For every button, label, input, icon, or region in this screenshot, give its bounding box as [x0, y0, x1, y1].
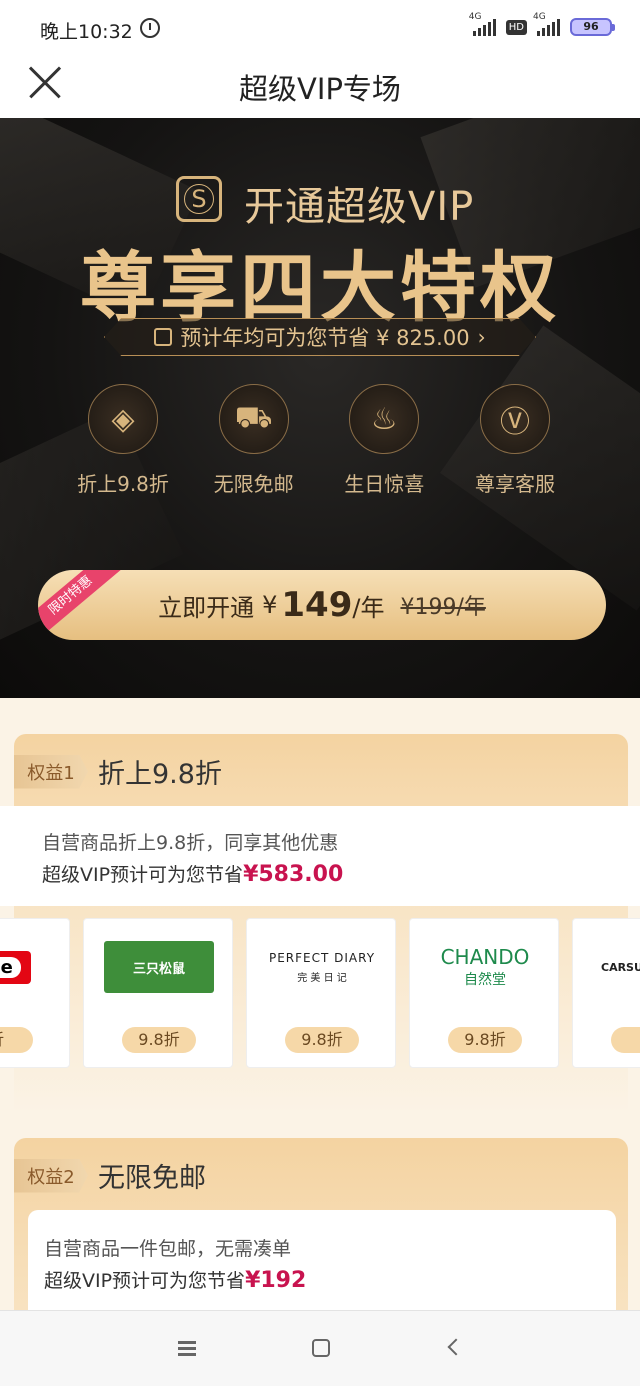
perk-label: 尊享客服 — [474, 472, 555, 496]
subscribe-button[interactable]: 限时特惠 立即开通 ¥ 149 /年 ¥199/年 — [38, 570, 606, 640]
savings-link[interactable]: 预计年均可为您节省 ¥ 825.00 › — [104, 318, 536, 356]
limited-offer-badge: 限时特惠 — [38, 570, 121, 640]
vip-hero-banner: S 开通超级VIP 尊享四大特权 预计年均可为您节省 ¥ 825.00 › ◈ … — [0, 118, 640, 698]
benefit-header: 权益1 折上9.8折 — [14, 752, 222, 791]
brand-logo: 三只松鼠 — [104, 941, 214, 993]
brand-card[interactable]: sse 折 — [0, 918, 70, 1068]
discount-badge: 折 — [0, 1027, 33, 1053]
benefit-tag: 权益1 — [14, 754, 88, 789]
status-indicators: 4G HD 4G 96 — [469, 12, 615, 36]
truck-icon: ⛟ — [218, 384, 289, 454]
perk-free-shipping[interactable]: ⛟ 无限免邮 — [189, 384, 319, 497]
discount-tag-icon: ◈ — [88, 384, 158, 454]
brand-name: sse — [0, 956, 21, 978]
hero-headline: 开通超级VIP — [244, 184, 475, 230]
brand-card[interactable]: CARSU 9. — [572, 918, 640, 1068]
cta-label: 立即开通 — [158, 593, 255, 622]
perk-label: 折上9.8折 — [77, 472, 169, 496]
brand-name: CHANDO — [440, 945, 530, 969]
benefit-savings: 超级VIP预计可为您节省¥583.00 — [42, 860, 343, 887]
status-bar: 晚上10:32 4G HD 4G 96 — [0, 0, 640, 58]
perk-label: 生日惊喜 — [344, 472, 425, 496]
brand-logo: CHANDO 自然堂 — [430, 941, 540, 993]
discount-badge: 9.8折 — [122, 1027, 196, 1053]
nav-bar: 超级VIP专场 — [0, 58, 640, 118]
brand-name: CARSU — [601, 960, 640, 974]
signal-icon: 4G — [469, 12, 496, 36]
battery-level: 96 — [583, 20, 599, 33]
hd-icon: HD — [505, 19, 527, 35]
perk-discount[interactable]: ◈ 折上9.8折 — [58, 384, 188, 497]
vip-badge-icon: S — [176, 176, 222, 222]
discount-badge: 9.8折 — [285, 1027, 359, 1053]
savings-text: 预计年均可为您节省 ¥ 825.00 — [180, 326, 470, 350]
brand-card[interactable]: PERFECT DIARY 完 美 日 记 9.8折 — [246, 918, 396, 1068]
benefit-desc: 自营商品一件包邮，无需凑单 — [44, 1238, 292, 1260]
signal-label: 4G — [468, 12, 482, 22]
signal-icon: 4G — [533, 12, 560, 36]
brand-logo: CARSU — [593, 941, 640, 993]
benefit-savings: 超级VIP预计可为您节省¥192 — [44, 1266, 306, 1293]
brand-card[interactable]: 三只松鼠 9.8折 — [83, 918, 233, 1068]
status-time: 晚上10:32 — [40, 21, 133, 43]
cta-unit: /年 — [352, 593, 385, 622]
brand-subname: 自然堂 — [464, 972, 506, 988]
service-icon: Ⓥ — [479, 384, 550, 454]
benefit-card: 自营商品折上9.8折，同享其他优惠 超级VIP预计可为您节省¥583.00 — [0, 806, 640, 906]
benefit-title: 折上9.8折 — [98, 759, 222, 790]
perk-list: ◈ 折上9.8折 ⛟ 无限免邮 ♨ 生日惊喜 Ⓥ 尊享客服 — [58, 384, 580, 497]
system-nav-bar — [0, 1310, 640, 1386]
benefit-tag: 权益2 — [14, 1158, 88, 1193]
cta-old-price: ¥199/年 — [400, 595, 486, 620]
menu-icon[interactable] — [176, 1335, 204, 1363]
cake-icon: ♨ — [349, 384, 420, 454]
discount-badge: 9.8折 — [448, 1027, 522, 1053]
benefit-desc: 自营商品折上9.8折，同享其他优惠 — [42, 832, 339, 854]
savings-amount: ¥192 — [245, 1268, 307, 1293]
brand-name: PERFECT DIARY — [268, 950, 376, 965]
home-icon[interactable] — [308, 1335, 336, 1363]
battery-icon: 96 — [570, 18, 615, 36]
savings-prefix: 超级VIP预计可为您节省 — [44, 1270, 246, 1292]
brand-subname: 完 美 日 记 — [297, 972, 347, 984]
brand-name: 三只松鼠 — [132, 961, 185, 977]
perk-service[interactable]: Ⓥ 尊享客服 — [450, 384, 580, 497]
cta-price: 149 — [281, 585, 353, 625]
brand-logo: PERFECT DIARY 完 美 日 记 — [267, 941, 377, 993]
calculator-icon — [154, 328, 173, 346]
page-title: 超级VIP专场 — [239, 72, 401, 106]
savings-prefix: 超级VIP预计可为您节省 — [42, 864, 244, 886]
back-icon[interactable] — [442, 1335, 470, 1363]
brand-carousel[interactable]: sse 折 三只松鼠 9.8折 PERFECT DIARY 完 美 日 记 9.… — [0, 918, 640, 1068]
benefit-title: 无限免邮 — [98, 1163, 206, 1194]
perk-label: 无限免邮 — [213, 472, 294, 496]
benefit-header: 权益2 无限免邮 — [14, 1156, 206, 1195]
savings-amount: ¥583.00 — [243, 862, 344, 887]
signal-label: 4G — [533, 12, 546, 22]
brand-card[interactable]: CHANDO 自然堂 9.8折 — [409, 918, 559, 1068]
alarm-icon — [140, 18, 160, 38]
cta-currency: ¥ — [262, 591, 278, 619]
chevron-right-icon: › — [477, 325, 486, 349]
discount-badge: 9. — [611, 1027, 640, 1053]
brand-logo: sse — [0, 941, 51, 993]
benefit-card: 自营商品一件包邮，无需凑单 超级VIP预计可为您节省¥192 — [28, 1210, 616, 1320]
perk-birthday[interactable]: ♨ 生日惊喜 — [319, 384, 449, 497]
